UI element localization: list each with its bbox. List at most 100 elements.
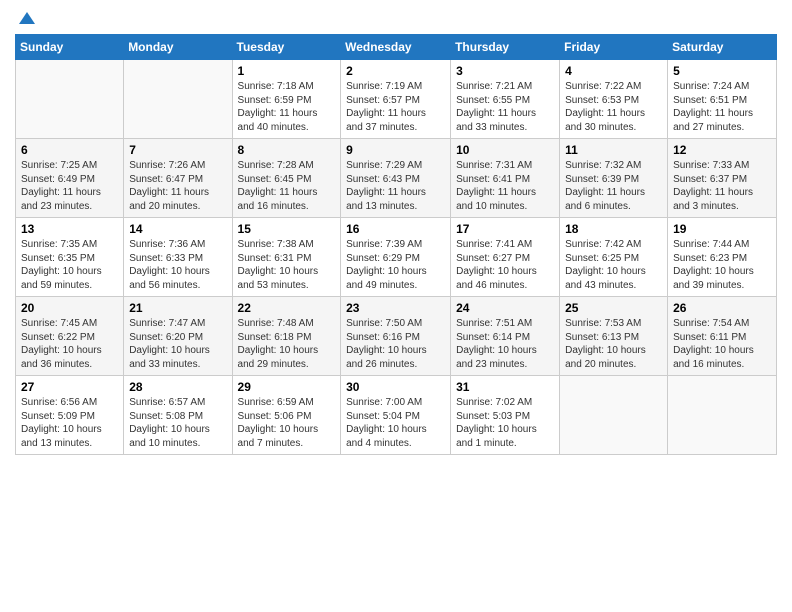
cell-info: Sunrise: 7:28 AM Sunset: 6:45 PM Dayligh…: [238, 159, 336, 213]
cell-info: Sunrise: 7:35 AM Sunset: 6:35 PM Dayligh…: [21, 238, 118, 292]
day-number: 11: [565, 143, 662, 157]
day-number: 21: [129, 301, 226, 315]
cell-info: Sunrise: 7:53 AM Sunset: 6:13 PM Dayligh…: [565, 317, 662, 371]
calendar-cell: 21 Sunrise: 7:47 AM Sunset: 6:20 PM Dayli…: [124, 297, 232, 376]
col-header-wednesday: Wednesday: [341, 35, 451, 60]
week-row-4: 20Sunrise: 7:45 AM Sunset: 6:22 PM Dayli…: [16, 297, 777, 376]
cell-info: Sunrise: 7:32 AM Sunset: 6:39 PM Dayligh…: [565, 159, 662, 213]
day-number: 8: [238, 143, 336, 157]
calendar-cell: 5 Sunrise: 7:24 AM Sunset: 6:51 PM Daylig…: [668, 60, 777, 139]
day-number: 28: [129, 380, 226, 394]
day-number: 9: [346, 143, 445, 157]
cell-info: Sunrise: 7:45 AM Sunset: 6:22 PM Dayligh…: [21, 317, 118, 371]
day-number: 19: [673, 222, 771, 236]
day-number: 18: [565, 222, 662, 236]
calendar-cell: 14 Sunrise: 7:36 AM Sunset: 6:33 PM Dayli…: [124, 218, 232, 297]
cell-info: Sunrise: 7:26 AM Sunset: 6:47 PM Dayligh…: [129, 159, 226, 213]
calendar-cell: 6 Sunrise: 7:25 AM Sunset: 6:49 PM Daylig…: [16, 139, 124, 218]
week-row-5: 27Sunrise: 6:56 AM Sunset: 5:09 PM Dayli…: [16, 376, 777, 455]
calendar-cell: 8 Sunrise: 7:28 AM Sunset: 6:45 PM Daylig…: [232, 139, 341, 218]
cell-info: Sunrise: 7:18 AM Sunset: 6:59 PM Dayligh…: [238, 80, 336, 134]
day-number: 22: [238, 301, 336, 315]
cell-info: Sunrise: 7:22 AM Sunset: 6:53 PM Dayligh…: [565, 80, 662, 134]
cell-info: Sunrise: 7:51 AM Sunset: 6:14 PM Dayligh…: [456, 317, 554, 371]
day-number: 6: [21, 143, 118, 157]
logo: [15, 10, 37, 26]
calendar-cell: [16, 60, 124, 139]
logo-icon: [17, 10, 37, 30]
calendar-cell: 3Sunrise: 7:21 AM Sunset: 6:55 PM Daylig…: [451, 60, 560, 139]
day-number: 16: [346, 222, 445, 236]
calendar-cell: 10 Sunrise: 7:31 AM Sunset: 6:41 PM Dayli…: [451, 139, 560, 218]
cell-info: Sunrise: 7:48 AM Sunset: 6:18 PM Dayligh…: [238, 317, 336, 371]
header-row: SundayMondayTuesdayWednesdayThursdayFrid…: [16, 35, 777, 60]
calendar-table: SundayMondayTuesdayWednesdayThursdayFrid…: [15, 34, 777, 455]
calendar-cell: 25 Sunrise: 7:53 AM Sunset: 6:13 PM Dayli…: [560, 297, 668, 376]
col-header-saturday: Saturday: [668, 35, 777, 60]
calendar-cell: 19 Sunrise: 7:44 AM Sunset: 6:23 PM Dayli…: [668, 218, 777, 297]
cell-info: Sunrise: 7:19 AM Sunset: 6:57 PM Dayligh…: [346, 80, 445, 134]
col-header-friday: Friday: [560, 35, 668, 60]
calendar-cell: 15 Sunrise: 7:38 AM Sunset: 6:31 PM Dayli…: [232, 218, 341, 297]
day-number: 4: [565, 64, 662, 78]
cell-info: Sunrise: 7:36 AM Sunset: 6:33 PM Dayligh…: [129, 238, 226, 292]
cell-info: Sunrise: 7:42 AM Sunset: 6:25 PM Dayligh…: [565, 238, 662, 292]
cell-info: Sunrise: 7:41 AM Sunset: 6:27 PM Dayligh…: [456, 238, 554, 292]
calendar-cell: 1 Sunrise: 7:18 AM Sunset: 6:59 PM Daylig…: [232, 60, 341, 139]
calendar-cell: [668, 376, 777, 455]
calendar-cell: 7Sunrise: 7:26 AM Sunset: 6:47 PM Daylig…: [124, 139, 232, 218]
day-number: 10: [456, 143, 554, 157]
cell-info: Sunrise: 7:33 AM Sunset: 6:37 PM Dayligh…: [673, 159, 771, 213]
calendar-cell: 13 Sunrise: 7:35 AM Sunset: 6:35 PM Dayli…: [16, 218, 124, 297]
calendar-cell: 29Sunrise: 6:59 AM Sunset: 5:06 PM Dayli…: [232, 376, 341, 455]
day-number: 25: [565, 301, 662, 315]
calendar-cell: 11 Sunrise: 7:32 AM Sunset: 6:39 PM Dayli…: [560, 139, 668, 218]
cell-info: Sunrise: 7:25 AM Sunset: 6:49 PM Dayligh…: [21, 159, 118, 213]
col-header-tuesday: Tuesday: [232, 35, 341, 60]
day-number: 14: [129, 222, 226, 236]
col-header-sunday: Sunday: [16, 35, 124, 60]
day-number: 31: [456, 380, 554, 394]
calendar-cell: 23 Sunrise: 7:50 AM Sunset: 6:16 PM Dayli…: [341, 297, 451, 376]
calendar-cell: 26 Sunrise: 7:54 AM Sunset: 6:11 PM Dayli…: [668, 297, 777, 376]
col-header-monday: Monday: [124, 35, 232, 60]
cell-info: Sunrise: 7:00 AM Sunset: 5:04 PM Dayligh…: [346, 396, 445, 450]
cell-info: Sunrise: 6:57 AM Sunset: 5:08 PM Dayligh…: [129, 396, 226, 450]
calendar-cell: [560, 376, 668, 455]
day-number: 29: [238, 380, 336, 394]
cell-info: Sunrise: 7:47 AM Sunset: 6:20 PM Dayligh…: [129, 317, 226, 371]
cell-info: Sunrise: 7:54 AM Sunset: 6:11 PM Dayligh…: [673, 317, 771, 371]
calendar-cell: 16Sunrise: 7:39 AM Sunset: 6:29 PM Dayli…: [341, 218, 451, 297]
day-number: 2: [346, 64, 445, 78]
col-header-thursday: Thursday: [451, 35, 560, 60]
calendar-cell: 18 Sunrise: 7:42 AM Sunset: 6:25 PM Dayli…: [560, 218, 668, 297]
day-number: 12: [673, 143, 771, 157]
cell-info: Sunrise: 7:29 AM Sunset: 6:43 PM Dayligh…: [346, 159, 445, 213]
day-number: 13: [21, 222, 118, 236]
calendar-cell: 17 Sunrise: 7:41 AM Sunset: 6:27 PM Dayli…: [451, 218, 560, 297]
cell-info: Sunrise: 7:02 AM Sunset: 5:03 PM Dayligh…: [456, 396, 554, 450]
cell-info: Sunrise: 7:44 AM Sunset: 6:23 PM Dayligh…: [673, 238, 771, 292]
week-row-2: 6 Sunrise: 7:25 AM Sunset: 6:49 PM Daylig…: [16, 139, 777, 218]
day-number: 5: [673, 64, 771, 78]
calendar-cell: 22 Sunrise: 7:48 AM Sunset: 6:18 PM Dayli…: [232, 297, 341, 376]
day-number: 26: [673, 301, 771, 315]
cell-info: Sunrise: 7:21 AM Sunset: 6:55 PM Dayligh…: [456, 80, 554, 134]
day-number: 17: [456, 222, 554, 236]
calendar-cell: 30 Sunrise: 7:00 AM Sunset: 5:04 PM Dayli…: [341, 376, 451, 455]
day-number: 1: [238, 64, 336, 78]
calendar-cell: 27Sunrise: 6:56 AM Sunset: 5:09 PM Dayli…: [16, 376, 124, 455]
day-number: 27: [21, 380, 118, 394]
day-number: 30: [346, 380, 445, 394]
cell-info: Sunrise: 7:31 AM Sunset: 6:41 PM Dayligh…: [456, 159, 554, 213]
cell-info: Sunrise: 7:38 AM Sunset: 6:31 PM Dayligh…: [238, 238, 336, 292]
calendar-cell: 12 Sunrise: 7:33 AM Sunset: 6:37 PM Dayli…: [668, 139, 777, 218]
calendar-cell: 4 Sunrise: 7:22 AM Sunset: 6:53 PM Daylig…: [560, 60, 668, 139]
week-row-3: 13 Sunrise: 7:35 AM Sunset: 6:35 PM Dayli…: [16, 218, 777, 297]
day-number: 23: [346, 301, 445, 315]
calendar-cell: [124, 60, 232, 139]
day-number: 15: [238, 222, 336, 236]
cell-info: Sunrise: 7:24 AM Sunset: 6:51 PM Dayligh…: [673, 80, 771, 134]
cell-info: Sunrise: 7:50 AM Sunset: 6:16 PM Dayligh…: [346, 317, 445, 371]
calendar-cell: 2 Sunrise: 7:19 AM Sunset: 6:57 PM Daylig…: [341, 60, 451, 139]
